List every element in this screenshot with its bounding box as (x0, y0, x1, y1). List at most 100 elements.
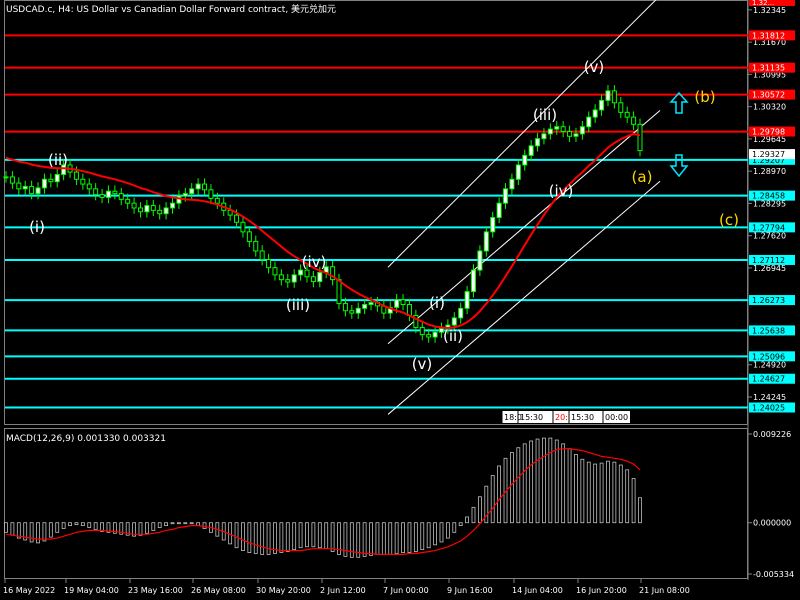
wave-label: (v) (412, 355, 433, 373)
macd-bar (490, 475, 495, 524)
candle-body (355, 307, 361, 314)
bid-price-tag-label: 1.29327 (752, 150, 785, 159)
candle-body (29, 185, 35, 195)
wave-label: (v) (584, 58, 605, 76)
macd-bar (68, 522, 72, 526)
candle-body (368, 302, 374, 306)
macd-bar (74, 522, 79, 526)
macd-bar (61, 522, 66, 529)
wave-label: (ii) (443, 327, 463, 345)
candle-body (285, 279, 291, 283)
candle-body (547, 128, 553, 135)
macd-bar (164, 522, 169, 526)
price-tick-label: 1.27620 (753, 232, 786, 241)
macd-bar (433, 522, 437, 546)
candle-body (3, 176, 9, 179)
macd-panel-frame (4, 428, 748, 579)
candle-body (234, 214, 240, 223)
macd-bar (375, 522, 380, 555)
macd-bar (170, 522, 175, 525)
price-tick-label: 1.28295 (753, 199, 786, 208)
candle-body (560, 126, 566, 132)
session-mark: 00:00 (605, 413, 628, 422)
wave-label: (iii) (533, 106, 557, 124)
candle-body (304, 269, 310, 278)
macd-bar (535, 438, 540, 524)
macd-bar (606, 460, 610, 524)
macd-bar (177, 522, 181, 525)
macd-bar (522, 443, 527, 524)
candle-body (54, 174, 60, 183)
candle-body (112, 190, 118, 195)
candle-body (214, 197, 220, 204)
candle-body (509, 178, 515, 190)
candle-body (477, 250, 483, 271)
candle-body (541, 133, 547, 140)
macd-bar (465, 516, 469, 524)
candle-body (618, 102, 624, 113)
macd-bar (285, 522, 290, 552)
macd-bar (561, 443, 566, 524)
time-tick-label: 16 Jun 20:00 (576, 586, 627, 595)
candle-body (182, 193, 188, 197)
macd-bar (529, 440, 534, 524)
candle-body (118, 193, 124, 200)
time-axis: 16 May 2022 19 May 04:00 23 May 16:00 26 Ma… (3, 579, 690, 595)
clipped-level-tag-label: 1.32... (752, 0, 774, 7)
time-tick-label: 2 Jun 12:00 (320, 586, 366, 595)
candle-body (464, 291, 470, 309)
candle-body (317, 271, 323, 283)
macd-bar (151, 522, 156, 531)
macd-tick-label: 0.009226 (753, 430, 791, 439)
candle-body (599, 99, 605, 111)
session-mark: 20: (555, 413, 568, 422)
macd-bar (253, 522, 258, 554)
macd-bar (477, 496, 482, 524)
candle-body (278, 274, 284, 281)
candle-body (144, 205, 150, 213)
macd-histogram (4, 437, 642, 558)
signal-arrows (669, 91, 689, 178)
candle-body (419, 326, 425, 336)
candle-body (48, 178, 54, 183)
macd-bar (401, 522, 405, 553)
macd-bar (202, 522, 207, 529)
macd-axis: 0.009226 0.000000 -0.005334 (748, 430, 794, 579)
time-tick-label: 14 Jun 04:00 (512, 586, 563, 595)
red-level-tag-label: 1.31812 (752, 31, 785, 40)
macd-bar (413, 522, 418, 552)
candle-body (535, 138, 541, 147)
candle-body (336, 279, 342, 305)
time-tick-label: 30 May 20:00 (256, 586, 311, 595)
candle-body (426, 334, 432, 338)
macd-bar (567, 448, 572, 524)
session-marks: 18:015:30 20: 15:30 00:00 (501, 411, 630, 423)
candle-body (125, 198, 131, 204)
macd-bar (369, 522, 373, 556)
candle-body (483, 231, 489, 252)
cyan-level-tag-label: 1.27112 (752, 256, 785, 265)
session-mark: 15:30 (520, 413, 543, 422)
wave-label: (a) (632, 168, 653, 186)
candle-body (631, 116, 637, 125)
down-arrow-icon (669, 154, 689, 178)
macd-bar (439, 522, 444, 543)
time-tick-label: 21 Jun 08:00 (639, 586, 690, 595)
macd-bar (183, 522, 188, 525)
macd-bar (80, 522, 85, 526)
moving-average (5, 132, 641, 329)
candle-body (400, 299, 406, 306)
candle-body (496, 202, 502, 219)
cyan-level-tag-label: 1.25096 (752, 352, 785, 361)
macd-bar (458, 522, 463, 526)
candle-body (503, 188, 509, 204)
price-panel-frame (4, 0, 748, 425)
macd-bar (330, 522, 335, 552)
macd-bar (157, 522, 162, 528)
candle-body (528, 145, 534, 156)
candle-body (189, 188, 195, 195)
time-tick-label: 16 May 2022 (3, 586, 55, 595)
wave-label: (iv) (302, 253, 327, 271)
candle-body (394, 299, 400, 308)
macd-bar (93, 522, 98, 530)
